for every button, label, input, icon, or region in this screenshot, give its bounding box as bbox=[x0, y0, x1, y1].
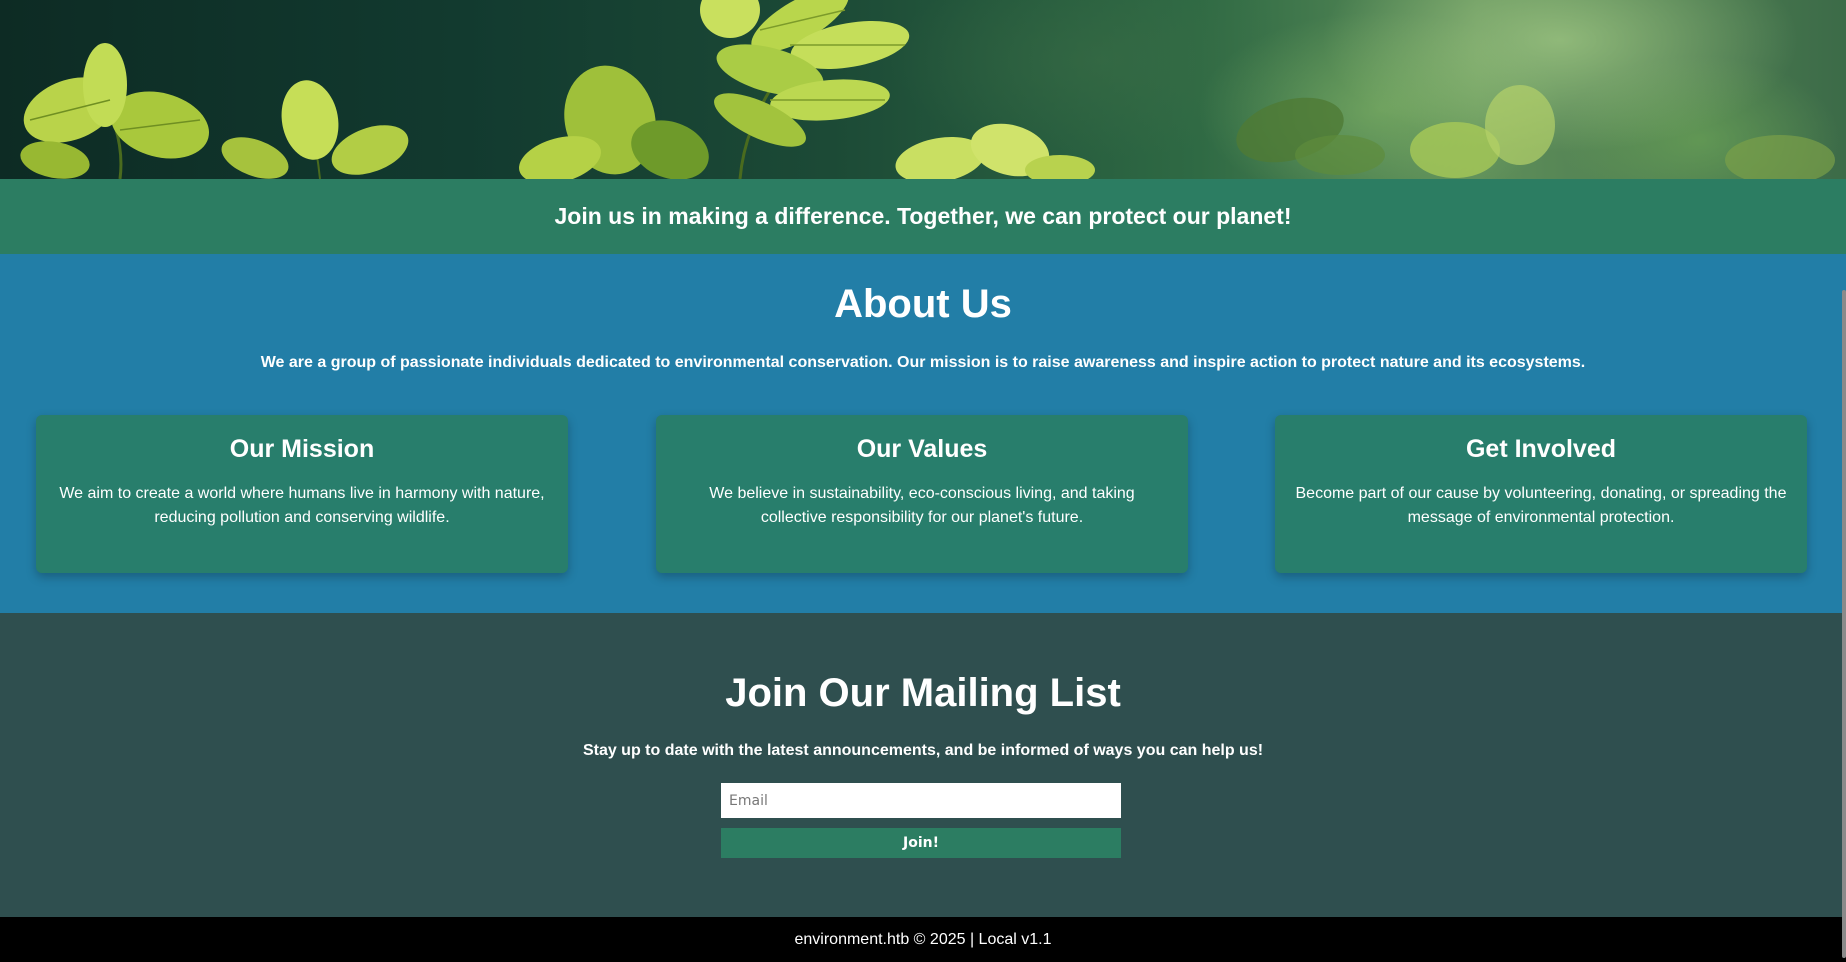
card-body: We believe in sustainability, eco-consci… bbox=[709, 485, 1135, 526]
mailing-subtitle: Stay up to date with the latest announce… bbox=[582, 742, 1264, 759]
values-card: Our Values We believe in sustainability,… bbox=[656, 415, 1188, 573]
mailing-title: Join Our Mailing List bbox=[725, 671, 1121, 715]
footer: environment.htb © 2025 | Local v1.1 bbox=[0, 917, 1846, 962]
page: Join us in making a difference. Together… bbox=[0, 0, 1846, 962]
get-involved-card: Get Involved Become part of our cause by… bbox=[1275, 415, 1807, 573]
card-title: Our Mission bbox=[229, 435, 375, 463]
email-input[interactable] bbox=[721, 783, 1121, 818]
card-body: We aim to create a world where humans li… bbox=[59, 485, 545, 526]
about-description: We are a group of passionate individuals… bbox=[260, 354, 1586, 371]
join-button[interactable]: Join! bbox=[721, 828, 1121, 858]
mailing-list-section: Join Our Mailing List Stay up to date wi… bbox=[0, 613, 1846, 917]
card-body: Become part of our cause by volunteering… bbox=[1295, 485, 1787, 526]
tagline-text: Join us in making a difference. Together… bbox=[554, 203, 1292, 229]
leaves-illustration bbox=[20, 0, 1835, 179]
page-scrollbar[interactable] bbox=[1842, 290, 1846, 958]
about-section: About Us We are a group of passionate in… bbox=[0, 254, 1846, 613]
footer-text: environment.htb © 2025 | Local v1.1 bbox=[794, 930, 1052, 948]
about-title: About Us bbox=[834, 282, 1012, 326]
mission-card: Our Mission We aim to create a world whe… bbox=[36, 415, 568, 573]
card-title: Our Values bbox=[856, 435, 988, 463]
hero-banner-image bbox=[0, 0, 1846, 179]
card-title: Get Involved bbox=[1465, 435, 1617, 463]
tagline-banner: Join us in making a difference. Together… bbox=[0, 179, 1846, 254]
